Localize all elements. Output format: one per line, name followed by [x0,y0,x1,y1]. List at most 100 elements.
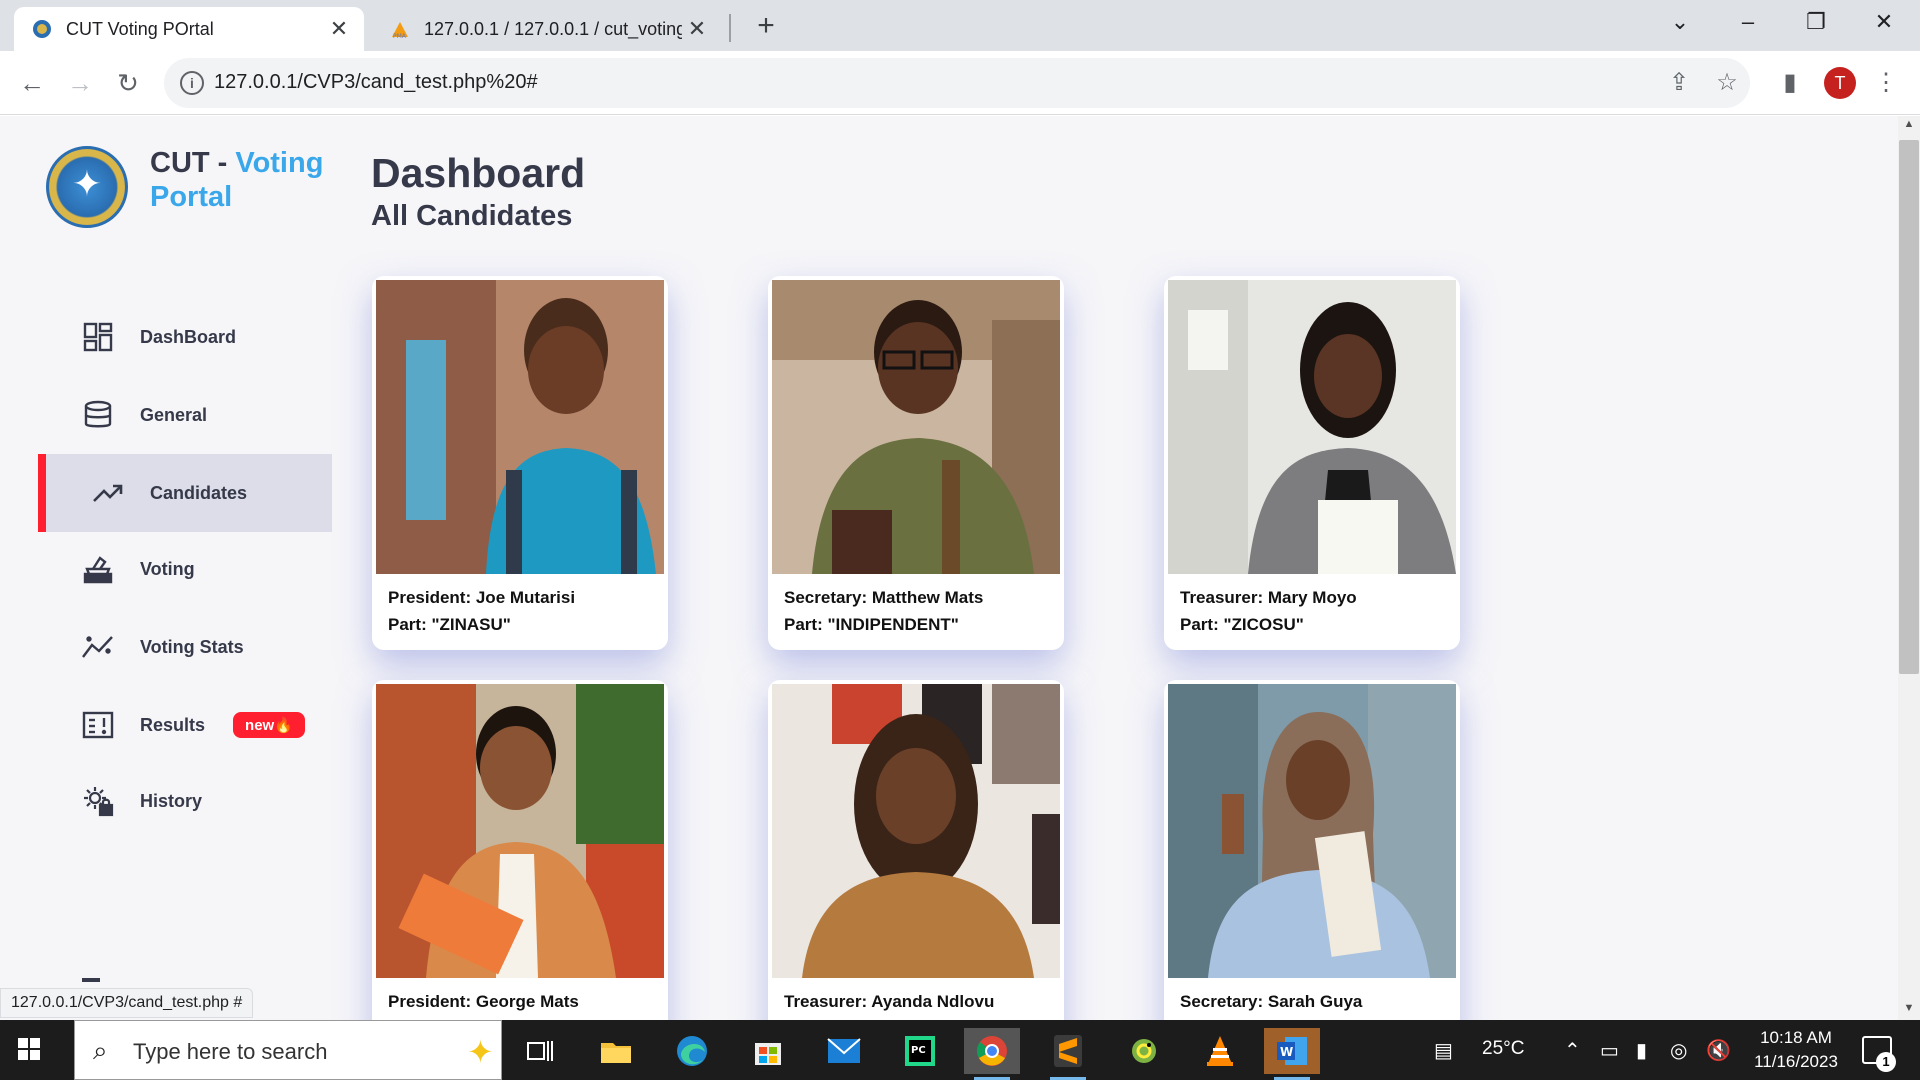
pycharm-icon[interactable]: PC [892,1028,948,1074]
sidebar-item-label: Voting Stats [140,636,244,657]
sidebar-item-label: General [140,404,208,425]
candidate-card[interactable]: Secretary: Matthew Mats Part: "INDIPENDE… [768,276,1064,650]
volume-muted-icon[interactable]: 🔇 [1706,1038,1731,1063]
tab-phpmyadmin[interactable]: PMA 127.0.0.1 / 127.0.0.1 / cut_voting ✕ [372,7,722,51]
back-button[interactable]: ← [10,61,54,105]
page-title: Dashboard [371,150,586,196]
scroll-up-arrow-icon[interactable]: ▲ [1898,118,1920,130]
results-report-icon [78,705,118,745]
candidate-role: Treasurer: Mary Moyo [1180,588,1357,607]
bookmark-star-icon[interactable]: ☆ [1712,68,1742,98]
candidate-photo [1168,684,1456,978]
chameleon-app-icon[interactable] [1116,1028,1172,1074]
brand-accent-line2: Portal [150,181,233,213]
search-highlight-sparkle-icon: ✦ [467,1034,494,1070]
windows-taskbar: ⌕ Type here to search ✦ PC W ▤ 25°C ⌃ ▭ … [0,1020,1920,1080]
browser-menu-icon[interactable]: ⋮ [1868,65,1904,101]
phpmyadmin-favicon-icon: PMA [390,19,410,40]
close-tab-icon[interactable]: ✕ [682,16,712,42]
svg-text:PMA: PMA [393,33,407,39]
sidebar-item-dashboard[interactable]: DashBoard [38,298,332,376]
close-tab-icon[interactable]: ✕ [324,16,354,42]
chrome-icon[interactable] [964,1028,1020,1080]
candidate-card[interactable]: President: George Mats [372,680,668,1020]
word-icon[interactable]: W [1264,1028,1320,1080]
taskbar-clock[interactable]: 10:18 AM 11/16/2023 [1736,1026,1856,1074]
sidebar-item-history[interactable]: History [38,762,332,840]
candidate-card[interactable]: Secretary: Sarah Guya [1164,680,1460,1020]
candidate-caption: Treasurer: Mary Moyo Part: "ZICOSU" [1180,584,1357,638]
address-url[interactable]: 127.0.0.1/CVP3/cand_test.php%20# [214,71,538,94]
candidate-role: Secretary: Matthew Mats [784,588,984,607]
brand-accent-line1: Voting [235,147,324,179]
file-explorer-icon[interactable] [588,1028,644,1074]
address-bar[interactable]: i 127.0.0.1/CVP3/cand_test.php%20# ⇪ ☆ [164,58,1750,108]
scroll-down-arrow-icon[interactable]: ▼ [1898,1002,1920,1014]
sidebar-item-partial [82,978,100,982]
candidate-party: Part: "ZINASU" [388,615,511,634]
taskbar-search-input[interactable]: ⌕ Type here to search ✦ [74,1020,502,1080]
svg-text:W: W [1280,1045,1293,1059]
search-icon: ⌕ [93,1035,108,1065]
candidate-caption: Treasurer: Ayanda Ndlovu [784,988,994,1015]
sublime-text-icon[interactable] [1040,1028,1096,1080]
browser-tab-strip: CUT Voting POrtal ✕ PMA 127.0.0.1 / 127.… [0,0,1920,51]
sidebar-item-label: Results [140,714,206,735]
minimize-button[interactable]: – [1714,0,1782,44]
site-info-icon[interactable]: i [180,71,204,95]
windows-start-icon[interactable] [14,1034,56,1068]
restore-button[interactable]: ❐ [1782,0,1850,44]
browser-toolbar: ← → ↻ i 127.0.0.1/CVP3/cand_test.php%20#… [0,51,1920,115]
vlc-icon[interactable] [1192,1028,1248,1074]
battery-icon[interactable]: ▮ [1636,1038,1647,1063]
profile-avatar[interactable]: T [1824,67,1856,99]
candidate-card[interactable]: President: Joe Mutarisi Part: "ZINASU" [372,276,668,650]
forward-button[interactable]: → [58,61,102,105]
sidebar-item-candidates[interactable]: Candidates [38,454,332,532]
tab-title: CUT Voting POrtal [66,18,214,39]
sidebar-item-label: Candidates [150,482,248,503]
reload-button[interactable]: ↻ [106,61,150,105]
new-tab-button[interactable]: + [748,8,784,44]
candidate-role: Secretary: Sarah Guya [1180,992,1363,1011]
share-icon[interactable]: ⇪ [1664,68,1694,98]
tab-search-chevron-icon[interactable]: ⌄ [1646,0,1714,44]
trending-up-icon [88,473,128,513]
tab-separator [729,14,731,42]
candidate-card[interactable]: Treasurer: Mary Moyo Part: "ZICOSU" [1164,276,1460,650]
sidebar-item-general[interactable]: General [38,376,332,454]
history-gear-icon [78,781,118,821]
candidate-photo [1168,280,1456,574]
tab-cut-voting-portal[interactable]: CUT Voting POrtal ✕ [14,7,364,51]
page-body: CUT - Voting Portal DashBoard General Ca… [0,116,1898,1020]
candidate-party: Part: "INDIPENDENT" [784,615,959,634]
side-panel-icon[interactable]: ▮ [1772,65,1808,101]
link-status-bar: 127.0.0.1/CVP3/cand_test.php # [0,988,254,1018]
sidebar-item-voting[interactable]: Voting [38,530,332,608]
network-globe-icon[interactable]: ◎ [1670,1038,1687,1063]
news-widget-icon[interactable]: ▤ [1434,1038,1453,1063]
sidebar-item-results[interactable]: Results new🔥 [38,686,332,764]
mail-icon[interactable] [816,1028,872,1074]
brand-prefix: CUT - [150,147,236,179]
task-view-icon[interactable] [512,1028,568,1074]
close-window-button[interactable]: ✕ [1850,0,1918,44]
candidate-role: President: George Mats [388,992,579,1011]
edge-browser-icon[interactable] [664,1028,720,1074]
candidate-card[interactable]: Treasurer: Ayanda Ndlovu [768,680,1064,1020]
candidate-photo [772,280,1060,574]
meet-now-icon[interactable]: ▭ [1600,1038,1619,1063]
show-hidden-icons-chevron-icon[interactable]: ⌃ [1564,1038,1581,1063]
microsoft-store-icon[interactable] [740,1028,796,1074]
tab-title: 127.0.0.1 / 127.0.0.1 / cut_voting [424,18,682,39]
candidate-photo [772,684,1060,978]
weather-temperature[interactable]: 25°C [1482,1038,1524,1060]
candidate-caption: President: George Mats [388,988,579,1015]
notification-count-badge: 1 [1876,1052,1896,1072]
candidate-photo [376,280,664,574]
site-favicon-icon [32,19,52,39]
stats-line-icon [78,627,118,667]
sidebar-item-voting-stats[interactable]: Voting Stats [38,608,332,686]
scrollbar-thumb[interactable] [1899,140,1919,674]
dashboard-grid-icon [78,317,118,357]
